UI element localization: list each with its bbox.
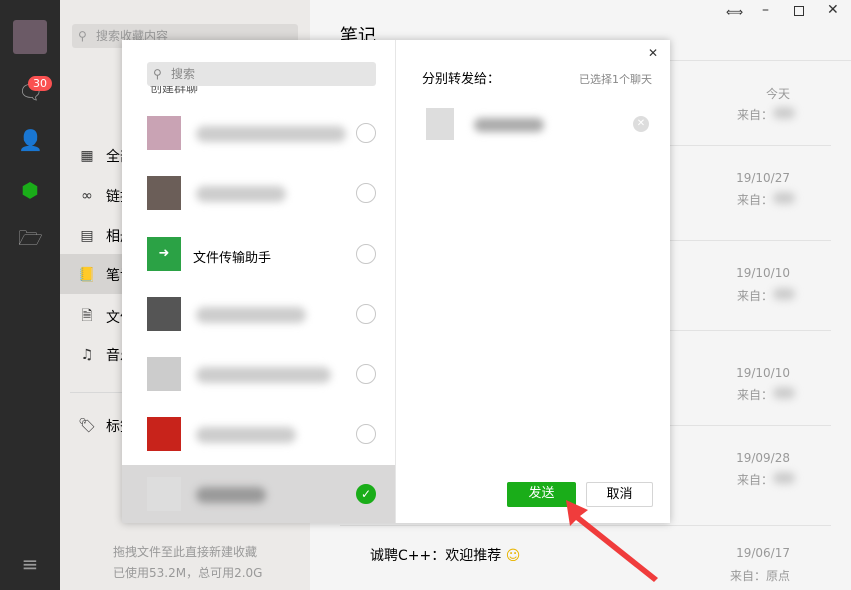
annotation-arrow [566, 500, 658, 582]
